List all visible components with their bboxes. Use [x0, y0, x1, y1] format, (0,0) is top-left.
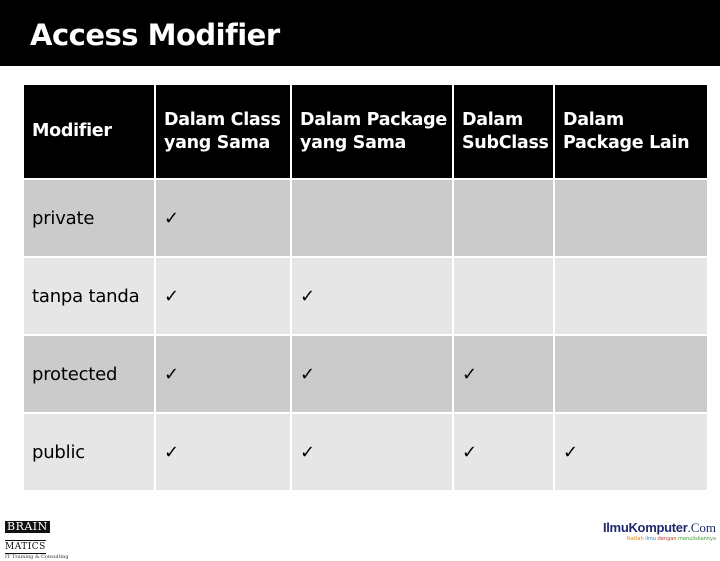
modifier-cell: tanpa tanda: [24, 258, 154, 334]
table-row: public ✓ ✓ ✓ ✓: [24, 414, 707, 490]
title-bar: Access Modifier: [0, 0, 720, 66]
access-cell: [555, 336, 707, 412]
header-same-package: Dalam Package yang Sama: [292, 85, 452, 178]
brainmatics-logo: BRAIN MATICS IT Training & Consulting: [5, 515, 75, 560]
header-same-class: Dalam Class yang Sama: [156, 85, 290, 178]
check-icon: ✓: [454, 336, 553, 412]
tagline-word: dengan: [657, 536, 677, 542]
access-cell: [555, 180, 707, 256]
table-header-row: Modifier Dalam Class yang Sama Dalam Pac…: [24, 85, 707, 178]
modifier-cell: public: [24, 414, 154, 490]
ilmukomputer-tagline: Ikatlah ilmu dengan menuliskannya: [603, 536, 716, 542]
header-subclass: Dalam SubClass: [454, 85, 553, 178]
check-icon: ✓: [555, 414, 707, 490]
table-row: protected ✓ ✓ ✓: [24, 336, 707, 412]
brainmatics-logo-boxed: BRAIN: [5, 520, 50, 533]
header-modifier: Modifier: [24, 85, 154, 178]
header-other-package: Dalam Package Lain: [555, 85, 707, 178]
check-icon: ✓: [292, 258, 452, 334]
check-icon: ✓: [292, 414, 452, 490]
access-cell: [555, 258, 707, 334]
check-icon: ✓: [156, 180, 290, 256]
access-cell: [454, 180, 553, 256]
table-row: private ✓: [24, 180, 707, 256]
tagline-word: ilmu: [645, 536, 657, 542]
slide-title: Access Modifier: [30, 18, 280, 52]
table-row: tanpa tanda ✓ ✓: [24, 258, 707, 334]
access-cell: [292, 180, 452, 256]
access-cell: [454, 258, 553, 334]
check-icon: ✓: [156, 258, 290, 334]
modifier-cell: protected: [24, 336, 154, 412]
brainmatics-logo-rest: MATICS: [5, 540, 46, 554]
tagline-word: Ikatlah: [626, 536, 644, 542]
modifier-cell: private: [24, 180, 154, 256]
tagline-word: menuliskannya: [678, 536, 716, 542]
check-icon: ✓: [156, 336, 290, 412]
check-icon: ✓: [156, 414, 290, 490]
ilmukomputer-domain: .Com: [687, 520, 716, 535]
check-icon: ✓: [454, 414, 553, 490]
ilmukomputer-logo: IlmuKomputer.Com Ikatlah ilmu dengan men…: [603, 517, 716, 542]
brainmatics-tagline: IT Training & Consulting: [5, 554, 69, 560]
access-modifier-table: Modifier Dalam Class yang Sama Dalam Pac…: [22, 83, 709, 492]
check-icon: ✓: [292, 336, 452, 412]
ilmukomputer-name: IlmuKomputer: [602, 520, 688, 535]
